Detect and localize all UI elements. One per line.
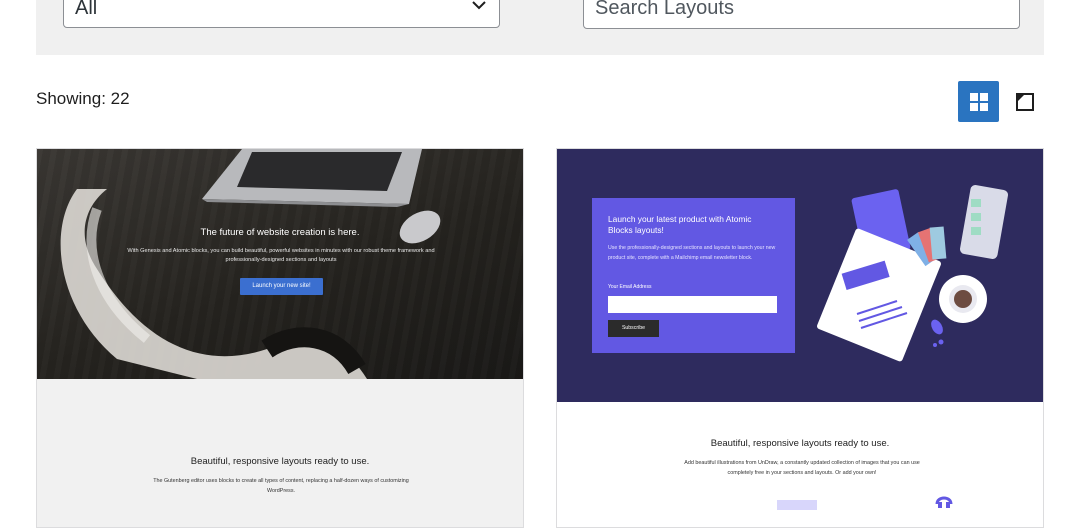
layout-section-text: Add beautiful illustrations from UnDraw,… (684, 460, 920, 476)
grid-view-button[interactable] (958, 81, 999, 122)
results-count: Showing: 22 (36, 89, 130, 108)
category-select-value: All (75, 0, 98, 19)
layout-card[interactable]: Launch your latest product with Atomic B… (556, 148, 1044, 528)
layout-preview-hero: The future of website creation is here. … (37, 149, 523, 379)
layout-section-title: Beautiful, responsive layouts ready to u… (710, 438, 890, 449)
product-illustration (817, 185, 1008, 362)
decorative-icon (777, 496, 953, 510)
grid-icon (969, 92, 988, 111)
single-view-button[interactable] (1008, 81, 1042, 122)
layout-hero-text: With Genesis and Atomic blocks, you can … (127, 248, 435, 263)
layout-preview-section: Beautiful, responsive layouts ready to u… (37, 379, 523, 527)
chevron-down-icon (472, 1, 486, 10)
category-select[interactable]: All (63, 0, 500, 28)
layout-section-title: Beautiful, responsive layouts ready to u… (190, 456, 370, 467)
full-width-view-icon (1016, 92, 1034, 111)
layout-card[interactable]: The future of website creation is here. … (36, 148, 524, 528)
filter-bar: All (36, 0, 1044, 55)
layout-preview-section: Beautiful, responsive layouts ready to u… (557, 402, 1043, 527)
layout-preview-hero: Launch your latest product with Atomic B… (557, 149, 1043, 402)
layout-hero-title: The future of website creation is here. (200, 227, 360, 238)
layout-hero-button: Launch your new site! (240, 278, 323, 295)
layout-section-text: The Gutenberg editor uses blocks to crea… (153, 478, 409, 494)
search-input[interactable] (583, 0, 1020, 29)
